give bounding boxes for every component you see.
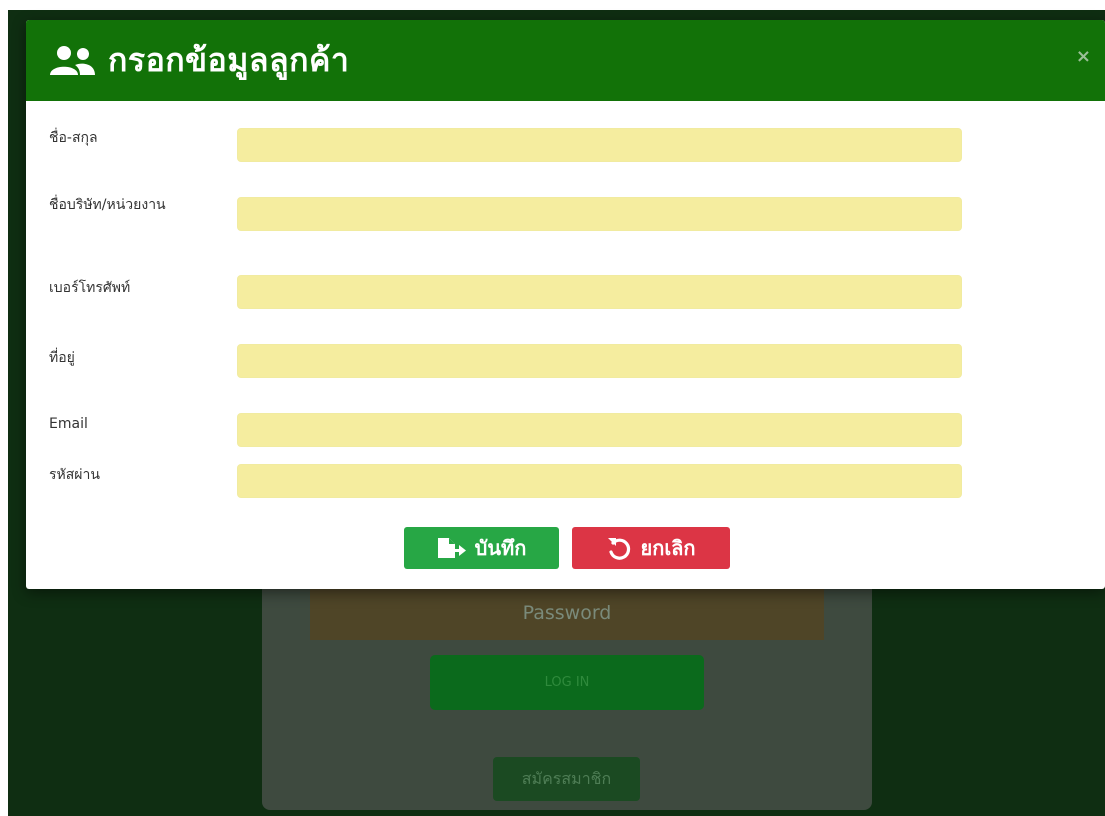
register-button[interactable]: สมัครสมาชิก: [493, 757, 640, 801]
label-phone: เบอร์โทรศัพท์: [49, 280, 131, 296]
users-icon: [50, 45, 95, 75]
close-icon[interactable]: ×: [1076, 46, 1091, 67]
login-button[interactable]: LOG IN: [430, 655, 704, 710]
password-input[interactable]: [237, 464, 962, 498]
save-button[interactable]: บันทึก: [404, 527, 559, 569]
label-email: Email: [49, 416, 88, 432]
modal-title: กรอกข้อมูลลูกค้า: [108, 41, 350, 79]
company-input[interactable]: [237, 197, 962, 231]
cancel-button[interactable]: ยกเลิก: [572, 527, 730, 569]
save-button-label: บันทึก: [474, 536, 527, 560]
password-field[interactable]: Password: [310, 585, 824, 640]
sign-in-icon: [437, 538, 466, 558]
modal-header: กรอกข้อมูลลูกค้า ×: [26, 20, 1105, 101]
label-address: ที่อยู่: [49, 350, 75, 366]
customer-info-modal: กรอกข้อมูลลูกค้า × ชื่อ-สกุล ชื่อบริษัท/…: [26, 20, 1105, 589]
label-fullname: ชื่อ-สกุล: [49, 130, 98, 146]
email-input[interactable]: [237, 413, 962, 447]
address-input[interactable]: [237, 344, 962, 378]
phone-input[interactable]: [237, 275, 962, 309]
label-company: ชื่อบริษัท/หน่วยงาน: [49, 197, 166, 213]
undo-icon: [608, 538, 631, 560]
cancel-button-label: ยกเลิก: [640, 536, 696, 560]
label-password: รหัสผ่าน: [49, 467, 100, 483]
fullname-input[interactable]: [237, 128, 962, 162]
